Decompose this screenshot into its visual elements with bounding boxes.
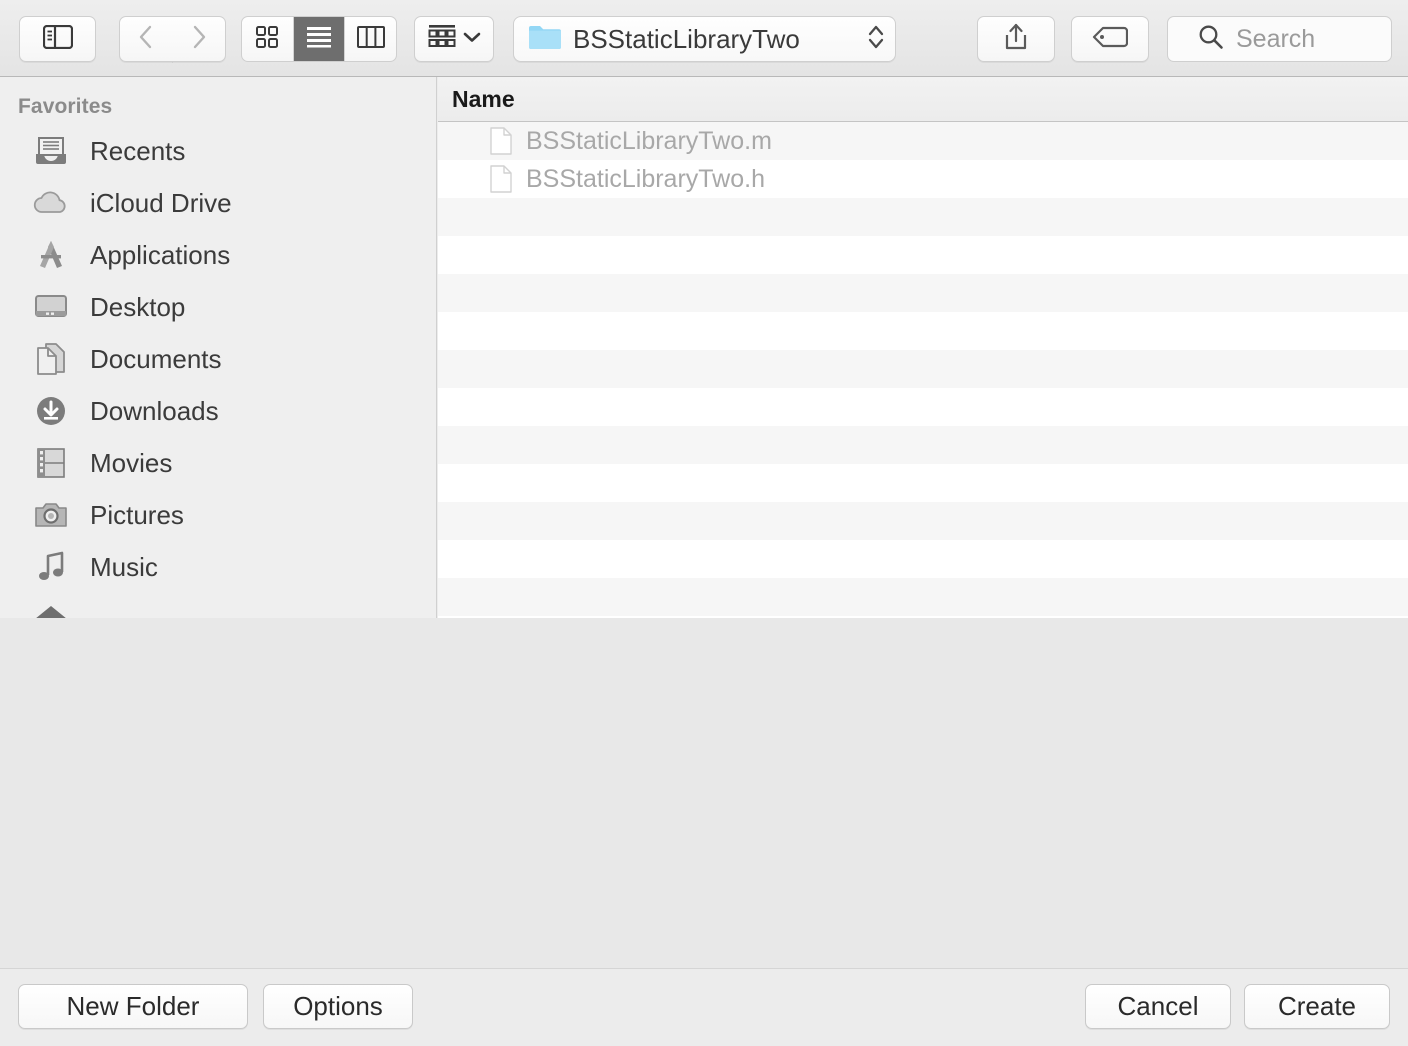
table-row[interactable]: BSStaticLibraryTwo.h	[438, 160, 1408, 198]
path-popup-label: BSStaticLibraryTwo	[573, 23, 800, 54]
sidebar-item-recents[interactable]: Recents	[0, 125, 436, 177]
file-name: BSStaticLibraryTwo.h	[526, 164, 765, 193]
chevron-down-icon	[463, 30, 481, 48]
table-row-empty	[438, 236, 1408, 274]
sidebar-item-label: Desktop	[90, 291, 186, 322]
sidebar-item-label: Music	[90, 551, 158, 582]
sidebar-item-desktop[interactable]: Desktop	[0, 281, 436, 333]
new-folder-button[interactable]: New Folder	[18, 984, 248, 1029]
table-row-empty	[438, 426, 1408, 464]
column-header-name[interactable]: Name	[438, 86, 515, 113]
arrange-by-button[interactable]	[414, 16, 494, 62]
cloud-icon	[32, 184, 70, 222]
table-row-empty	[438, 464, 1408, 502]
toolbar: BSStaticLibraryTwo Search	[0, 0, 1408, 77]
share-button[interactable]	[977, 16, 1055, 62]
file-rows: BSStaticLibraryTwo.m BSStaticLibraryTwo.…	[438, 122, 1408, 616]
list-icon	[306, 26, 332, 53]
view-mode-segmented-control	[241, 16, 397, 62]
search-icon	[1198, 24, 1224, 55]
sidebar-item-movies[interactable]: Movies	[0, 437, 436, 489]
list-view-button[interactable]	[293, 17, 346, 61]
sidebar-item-label: iCloud Drive	[90, 187, 232, 218]
cancel-button[interactable]: Cancel	[1085, 984, 1231, 1029]
sidebar-icon	[42, 24, 73, 54]
document-icon	[490, 165, 512, 193]
forward-button[interactable]	[172, 16, 226, 62]
chevron-right-icon	[191, 24, 207, 55]
documents-icon	[32, 340, 70, 378]
home-icon	[32, 600, 70, 618]
desktop-icon	[32, 288, 70, 326]
share-icon	[1003, 22, 1029, 57]
tag-icon	[1092, 26, 1129, 53]
downloads-icon	[32, 392, 70, 430]
table-row-empty	[438, 350, 1408, 388]
column-view-button[interactable]	[345, 17, 396, 61]
columns-icon	[356, 25, 385, 53]
chevron-left-icon	[138, 24, 154, 55]
file-save-dialog: BSStaticLibraryTwo Search Favorites Rece…	[0, 0, 1408, 1046]
up-down-arrows-icon	[867, 22, 885, 57]
sidebar-item-documents[interactable]: Documents	[0, 333, 436, 385]
table-row[interactable]: BSStaticLibraryTwo.m	[438, 122, 1408, 160]
sidebar-item-pictures[interactable]: Pictures	[0, 489, 436, 541]
file-name: BSStaticLibraryTwo.m	[526, 126, 772, 155]
sidebar-item-label: Pictures	[90, 499, 184, 530]
table-row-empty	[438, 274, 1408, 312]
file-list-panel: Name BSStaticLibraryTwo.m BSStaticLibrar…	[438, 77, 1408, 618]
table-row-empty	[438, 312, 1408, 350]
table-row-empty	[438, 198, 1408, 236]
sidebar-toggle-button[interactable]	[19, 16, 96, 62]
table-row-empty	[438, 540, 1408, 578]
music-icon	[32, 548, 70, 586]
tags-button[interactable]	[1071, 16, 1149, 62]
recents-icon	[32, 132, 70, 170]
pictures-icon	[32, 496, 70, 534]
sidebar-item-label: Downloads	[90, 395, 219, 426]
icon-view-button[interactable]	[242, 17, 294, 61]
path-popup-button[interactable]: BSStaticLibraryTwo	[513, 16, 896, 62]
sidebar-section-favorites: Favorites	[18, 95, 113, 118]
sidebar-item-downloads[interactable]: Downloads	[0, 385, 436, 437]
sidebar-item-label: Documents	[90, 343, 222, 374]
sidebar-item-applications[interactable]: Applications	[0, 229, 436, 281]
search-placeholder: Search	[1236, 24, 1316, 53]
sidebar-item-label: Applications	[90, 239, 231, 270]
table-row-empty	[438, 388, 1408, 426]
options-button[interactable]: Options	[263, 984, 413, 1029]
folder-icon	[528, 23, 562, 55]
sidebar: Favorites Recents iCloud Drive Applicati…	[0, 77, 437, 618]
accessory-pane: Group BSStaticLibraryTwo Targets	[0, 618, 1408, 968]
column-header-row: Name	[438, 77, 1408, 122]
sidebar-item-music[interactable]: Music	[0, 541, 436, 593]
grid-icon	[255, 25, 279, 54]
document-icon	[490, 127, 512, 155]
table-row-empty	[438, 578, 1408, 616]
sidebar-item-home[interactable]	[0, 593, 436, 618]
back-button[interactable]	[119, 16, 173, 62]
group-by-icon	[427, 24, 457, 55]
sidebar-item-icloud-drive[interactable]: iCloud Drive	[0, 177, 436, 229]
search-input[interactable]: Search	[1167, 16, 1392, 62]
sidebar-item-label: Movies	[90, 447, 173, 478]
sidebar-item-label: Recents	[90, 135, 186, 166]
applications-icon	[32, 236, 70, 274]
movies-icon	[32, 444, 70, 482]
table-row-empty	[438, 502, 1408, 540]
create-button[interactable]: Create	[1244, 984, 1390, 1029]
